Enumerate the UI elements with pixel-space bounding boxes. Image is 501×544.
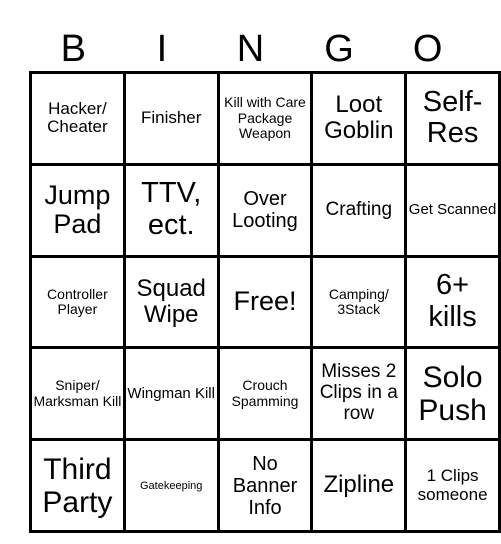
bingo-card: Hacker/ Cheater Finisher Kill with Care …	[29, 71, 501, 533]
bingo-cell[interactable]: Hacker/ Cheater	[29, 71, 126, 166]
bingo-cell[interactable]: Jump Pad	[29, 162, 126, 258]
bingo-cell[interactable]: Loot Goblin	[310, 71, 408, 166]
bingo-cell[interactable]: Wingman Kill	[122, 346, 220, 442]
bingo-cell[interactable]: TTV, ect.	[122, 162, 220, 258]
bingo-row: Controller Player Squad Wipe Free! Campi…	[29, 254, 501, 350]
header-letter-b: B	[60, 28, 86, 70]
bingo-cell[interactable]: Finisher	[122, 71, 220, 166]
bingo-cell[interactable]: 6+ kills	[404, 254, 501, 350]
bingo-cell[interactable]: Gatekeeping	[122, 438, 220, 533]
bingo-header: B I N G O	[29, 27, 472, 71]
bingo-cell[interactable]: Over Looting	[216, 162, 314, 258]
bingo-row: Jump Pad TTV, ect. Over Looting Crafting…	[29, 162, 501, 258]
bingo-cell[interactable]: 1 Clips someone	[404, 438, 501, 533]
bingo-cell[interactable]: Crouch Spamming	[216, 346, 314, 442]
bingo-cell[interactable]: Crafting	[310, 162, 408, 258]
bingo-cell[interactable]: Third Party	[29, 438, 126, 533]
bingo-cell[interactable]: Camping/ 3Stack	[310, 254, 408, 350]
bingo-cell[interactable]: Self-Res	[404, 71, 501, 166]
bingo-cell[interactable]: No Banner Info	[216, 438, 314, 533]
header-letter-g: G	[324, 28, 354, 70]
bingo-cell[interactable]: Controller Player	[29, 254, 126, 350]
bingo-cell[interactable]: Kill with Care Package Weapon	[216, 71, 314, 166]
bingo-cell[interactable]: Solo Push	[404, 346, 501, 442]
header-letter-o: O	[412, 28, 443, 70]
bingo-cell[interactable]: Squad Wipe	[122, 254, 220, 350]
bingo-cell[interactable]: Get Scanned	[404, 162, 501, 258]
bingo-row: Sniper/ Marksman Kill Wingman Kill Crouc…	[29, 346, 501, 442]
header-letter-n: N	[236, 28, 265, 70]
header-letter-i: I	[156, 28, 168, 70]
bingo-row: Hacker/ Cheater Finisher Kill with Care …	[29, 71, 501, 166]
free-space[interactable]: Free!	[216, 254, 314, 350]
bingo-cell[interactable]: Misses 2 Clips in a row	[310, 346, 408, 442]
bingo-row: Third Party Gatekeeping No Banner Info Z…	[29, 438, 501, 533]
bingo-cell[interactable]: Zipline	[310, 438, 408, 533]
bingo-cell[interactable]: Sniper/ Marksman Kill	[29, 346, 126, 442]
